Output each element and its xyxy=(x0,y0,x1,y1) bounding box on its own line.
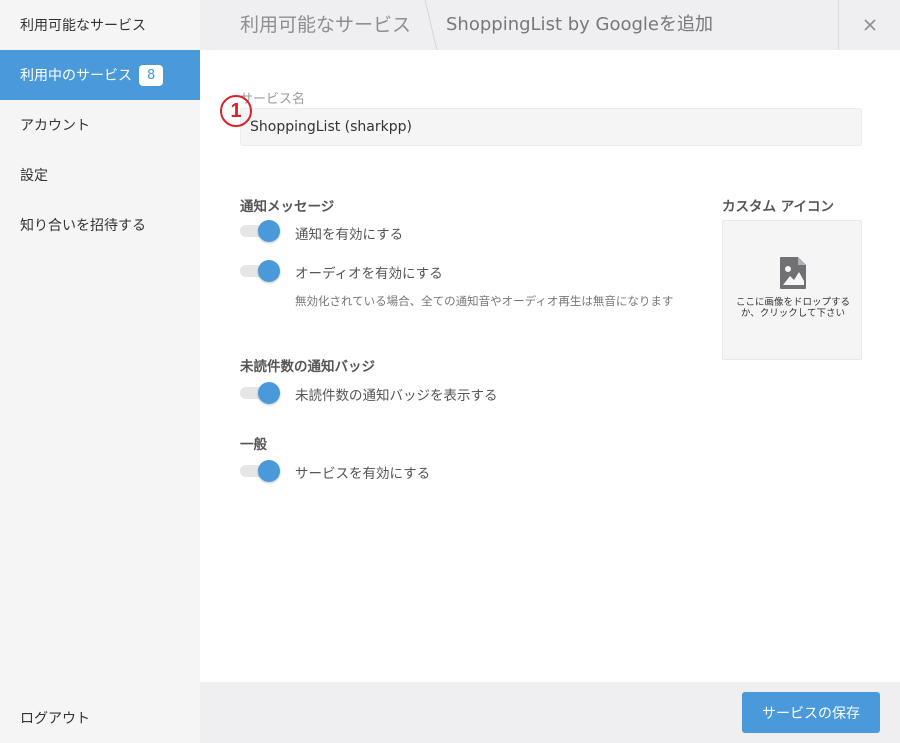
enable-notifications-toggle[interactable] xyxy=(240,220,280,242)
breadcrumb-parent[interactable]: 利用可能なサービス xyxy=(240,0,411,50)
annotation-marker: 1 xyxy=(220,95,252,127)
toggle-knob xyxy=(258,460,280,482)
audio-hint-text: 無効化されている場合、全ての通知音やオーディオ再生は無音になります xyxy=(295,294,674,308)
custom-icon-title: カスタム アイコン xyxy=(722,199,835,215)
sidebar-item-label: アカウント xyxy=(20,118,90,134)
save-service-button[interactable]: サービスの保存 xyxy=(742,692,880,733)
sidebar-item-label: 利用可能なサービス xyxy=(20,18,146,34)
image-icon xyxy=(780,257,806,289)
breadcrumb-separator xyxy=(424,0,438,50)
sidebar-item-label: 利用中のサービス xyxy=(20,68,132,84)
sidebar-item-invite[interactable]: 知り合いを招待する xyxy=(0,200,200,250)
sidebar-item-label: ログアウト xyxy=(20,711,90,727)
main-content: サービス名 1 通知メッセージ 通知を有効にする オーディオを有効にする 無効化… xyxy=(200,50,900,682)
close-icon xyxy=(863,19,876,31)
page-title: ShoppingList by Googleを追加 xyxy=(446,14,713,35)
show-badge-toggle[interactable] xyxy=(240,382,280,404)
general-section-title: 一般 xyxy=(240,437,267,453)
toggle-knob xyxy=(258,382,280,404)
sidebar: 利用可能なサービス 利用中のサービス 8 アカウント 設定 知り合いを招待する … xyxy=(0,0,200,743)
show-badge-label: 未読件数の通知バッジを表示する xyxy=(295,388,498,404)
close-button[interactable] xyxy=(838,0,900,50)
sidebar-item-settings[interactable]: 設定 xyxy=(0,150,200,200)
sidebar-item-active-services[interactable]: 利用中のサービス 8 xyxy=(0,50,200,100)
enable-audio-toggle[interactable] xyxy=(240,260,280,282)
dropzone-text: ここに画像をドロップするか、クリックして下さい xyxy=(735,297,850,319)
toggle-knob xyxy=(258,220,280,242)
footer: サービスの保存 xyxy=(200,682,900,743)
service-name-input[interactable] xyxy=(240,108,862,146)
enable-service-toggle[interactable] xyxy=(240,460,280,482)
custom-icon-dropzone[interactable]: ここに画像をドロップするか、クリックして下さい xyxy=(722,220,862,360)
sidebar-item-account[interactable]: アカウント xyxy=(0,100,200,150)
toggle-knob xyxy=(258,260,280,282)
enable-notifications-label: 通知を有効にする xyxy=(295,227,404,243)
sidebar-item-label: 設定 xyxy=(20,168,48,184)
sidebar-item-label: 知り合いを招待する xyxy=(20,218,146,234)
sidebar-item-available-services[interactable]: 利用可能なサービス xyxy=(0,0,200,50)
notifications-section-title: 通知メッセージ xyxy=(240,199,335,215)
unread-badge-section-title: 未読件数の通知バッジ xyxy=(240,359,375,375)
sidebar-item-logout[interactable]: ログアウト xyxy=(0,693,200,743)
enable-audio-label: オーディオを有効にする xyxy=(295,266,443,282)
enable-service-label: サービスを有効にする xyxy=(295,466,431,482)
service-count-badge: 8 xyxy=(139,64,164,86)
header: 利用可能なサービス ShoppingList by Googleを追加 xyxy=(200,0,900,50)
